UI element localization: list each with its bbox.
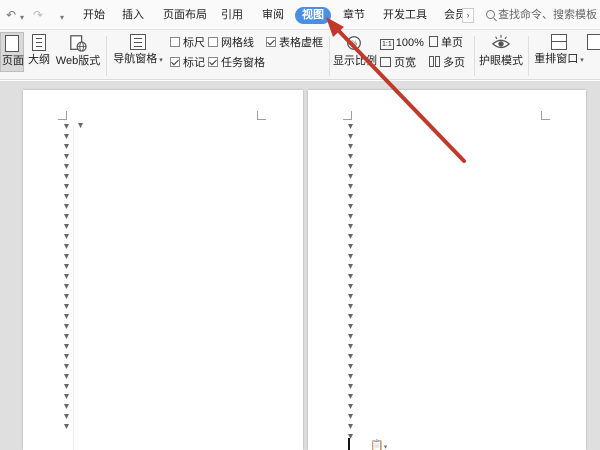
tab-member[interactable]: 会员 [444,7,462,24]
outline-view-label: 大纲 [28,54,50,66]
table-gridlines-label: 表格虚框 [279,37,323,49]
page-view-icon [5,35,19,52]
redo-icon[interactable]: ↷ [33,8,43,22]
window-icon [587,34,600,50]
multi-page-button[interactable]: 多页 [429,56,465,70]
ribbon-separator [106,36,107,76]
rearrange-dropdown-icon[interactable]: ▾ [580,57,584,64]
tab-view[interactable]: 视图 [295,7,331,24]
ribbon-separator [329,36,330,76]
table-gridlines-checkbox[interactable]: 表格虚框 [266,36,323,50]
single-page-button[interactable]: 单页 [429,36,463,50]
gridlines-checkbox-box[interactable] [208,37,218,47]
paragraph-marks-column [348,124,354,444]
nav-pane-label: 导航窗格 [113,53,158,65]
margin-corner-mark [541,111,550,120]
search-placeholder: 查找命令、搜索模板 [498,9,597,21]
page-view-button[interactable]: 页面 [0,32,24,72]
eye-protection-button[interactable]: 护眼模式 [479,34,523,68]
paste-options-icon[interactable]: 📋▾ [370,439,387,450]
rearrange-window-label: 重排窗口 [534,53,579,65]
tab-page-layout[interactable]: 页面布局 [163,7,207,24]
ribbon-separator [528,36,529,76]
web-layout-label: Web版式 [55,55,101,67]
tab-section[interactable]: 章节 [343,7,365,24]
margin-corner-mark [58,111,67,120]
ribbon-separator [474,36,475,76]
page-view-label: 页面 [2,55,24,67]
multi-page-icon-2 [435,56,440,67]
multi-page-label: 多页 [443,57,465,69]
task-pane-checkbox-box[interactable] [208,57,218,67]
command-search[interactable]: 查找命令、搜索模板 [486,7,600,24]
zoom-ratio-label: 显示比例 [333,55,377,67]
tab-developer-tools[interactable]: 开发工具 [383,7,427,24]
markup-checkbox[interactable]: 标记 [170,56,205,70]
margin-corner-mark [257,111,266,120]
table-gridlines-checkbox-box[interactable] [266,37,276,47]
outline-icon [32,34,46,51]
menu-tab-bar: ↶ ▾ ↷ ▾ 开始 插入 页面布局 引用 审阅 视图 章节 开发工具 会员 ›… [0,0,600,30]
text-column-guide [73,124,74,450]
ruler-checkbox-box[interactable] [170,37,180,47]
nav-pane-button[interactable]: 导航窗格 ▾ [113,34,163,67]
tab-insert[interactable]: 插入 [122,7,144,24]
tab-references[interactable]: 引用 [221,7,243,24]
ruler-checkbox[interactable]: 标尺 [170,36,205,50]
search-icon [486,10,495,19]
page-width-button[interactable]: 页宽 [380,56,416,70]
nav-pane-dropdown-icon[interactable]: ▾ [159,57,163,64]
markup-label: 标记 [183,57,205,69]
task-pane-label: 任务窗格 [221,57,265,69]
paragraph-marks-column [64,124,70,434]
undo-dropdown-icon[interactable]: ▾ [20,11,24,25]
rearrange-window-button[interactable]: 重排窗口 ▾ [533,34,585,67]
multi-page-icon [429,56,434,67]
text-cursor [348,438,350,450]
markup-checkbox-box[interactable] [170,57,180,67]
document-page-left[interactable] [23,90,303,450]
more-tabs-icon[interactable]: › [462,8,474,23]
tab-review[interactable]: 审阅 [262,7,284,24]
paragraph-mark [78,123,84,133]
eye-icon [492,34,510,49]
page-width-icon [380,57,391,67]
ruler-label: 标尺 [183,37,205,49]
svg-text:%: % [351,39,358,48]
page-width-label: 页宽 [394,57,416,69]
customize-dropdown-icon[interactable]: ▾ [60,11,64,25]
zoom-ratio-icon: % [347,36,361,50]
task-pane-checkbox[interactable]: 任务窗格 [208,56,265,70]
margin-corner-mark [343,111,352,120]
web-layout-button[interactable]: Web版式 [55,34,101,68]
next-tool-button[interactable] [587,34,600,53]
undo-icon[interactable]: ↶ [6,8,16,22]
nav-pane-icon [130,34,146,50]
outline-view-button[interactable]: 大纲 [27,34,51,67]
single-page-label: 单页 [441,37,463,49]
zoom-100-label: 100% [395,37,424,49]
gridlines-checkbox[interactable]: 网格线 [208,36,254,50]
gridlines-label: 网格线 [221,37,254,49]
tab-home[interactable]: 开始 [83,7,105,24]
web-layout-icon [70,35,87,52]
view-ribbon: 页面 大纲 Web版式 导航窗格 ▾ 标尺 网格线 表格虚框 标记 任务窗格 %… [0,30,600,80]
zoom-100-icon: 1:1 [380,39,394,50]
document-workspace[interactable]: 📋▾ [0,81,600,450]
zoom-ratio-button[interactable]: % 显示比例 [333,34,377,68]
rearrange-window-icon [551,34,567,50]
eye-protection-label: 护眼模式 [479,55,523,67]
zoom-100-button[interactable]: 1:1 100% [380,36,424,50]
document-page-right[interactable]: 📋▾ [308,90,586,450]
single-page-icon [429,36,438,47]
